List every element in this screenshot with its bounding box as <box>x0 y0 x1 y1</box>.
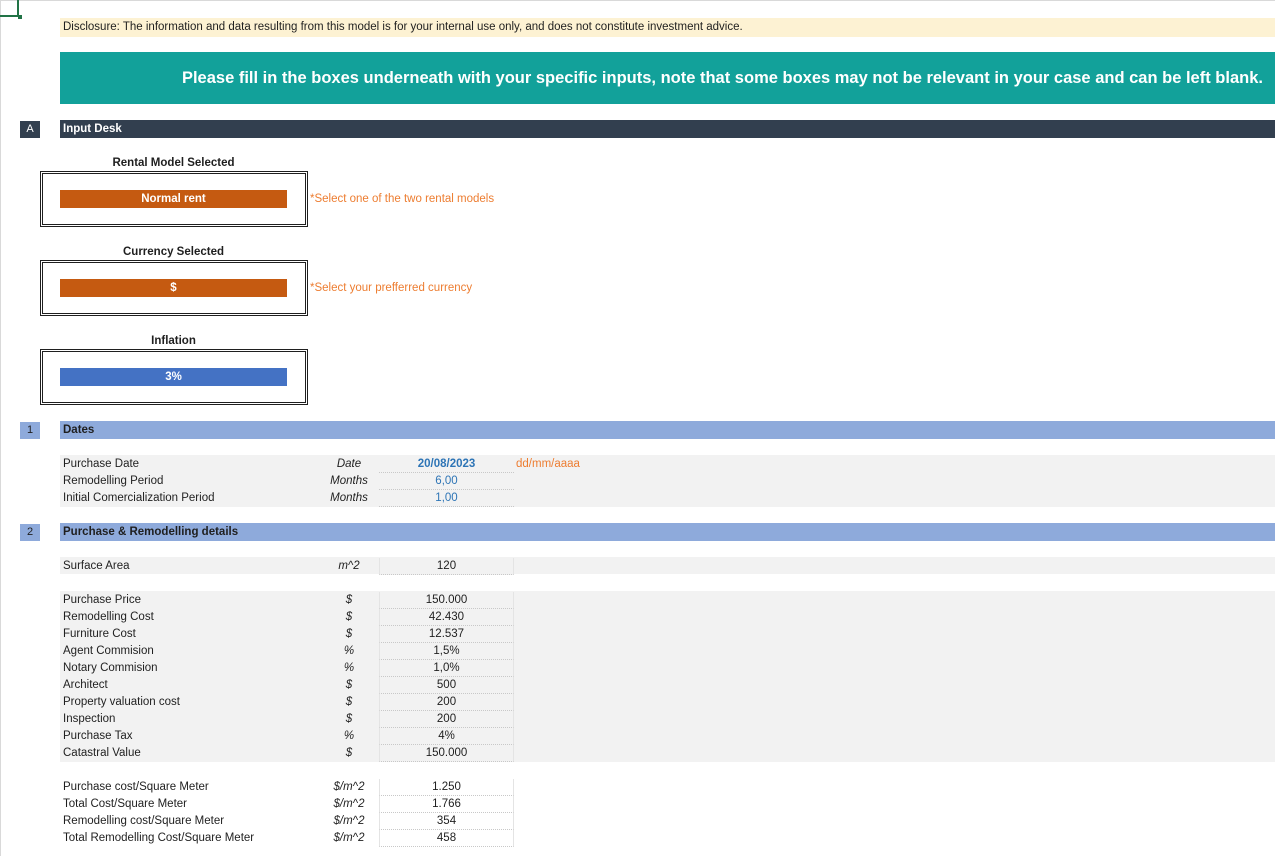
section-1-marker: 1 <box>20 422 40 439</box>
agent-commision-value[interactable]: 1,5% <box>379 643 514 660</box>
surface-area-label: Surface Area <box>63 560 130 572</box>
purchase-date-label: Purchase Date <box>63 458 140 470</box>
fill-handle[interactable] <box>18 15 22 19</box>
rental-model-label: Rental Model Selected <box>112 157 235 169</box>
furniture-cost-unit: $ <box>345 628 353 640</box>
purchase-date-input[interactable]: 20/08/2023 <box>379 456 514 473</box>
remodelling-cost-label: Remodelling Cost <box>63 611 154 623</box>
remodelling-cost-square-meter-unit: $/m^2 <box>333 815 365 827</box>
total-remodelling-cost-square-meter-label: Total Remodelling Cost/Square Meter <box>63 832 255 844</box>
currency-dropdown[interactable]: $ <box>60 279 287 297</box>
purchase-price-value[interactable]: 150.000 <box>379 592 514 609</box>
purchase-price-label: Purchase Price <box>63 594 141 606</box>
purchase-tax-label: Purchase Tax <box>63 730 133 742</box>
architect-value[interactable]: 500 <box>379 677 514 694</box>
purchase-cost-square-meter-unit: $/m^2 <box>333 781 365 793</box>
purchase-price-unit: $ <box>345 594 353 606</box>
inspection-unit: $ <box>345 713 353 725</box>
remodelling-period-input[interactable]: 6,00 <box>379 473 514 490</box>
currency-label: Currency Selected <box>123 246 224 258</box>
remodelling-cost-value[interactable]: 42.430 <box>379 609 514 626</box>
purchase-cost-square-meter-label: Purchase cost/Square Meter <box>63 781 209 793</box>
costs-band <box>60 591 1275 762</box>
commercialization-period-label: Initial Comercialization Period <box>63 492 215 504</box>
notary-commision-label: Notary Commision <box>63 662 158 674</box>
total-cost-square-meter-label: Total Cost/Square Meter <box>63 798 188 810</box>
surface-area-unit: m^2 <box>338 560 360 572</box>
property-valuation-cost-value[interactable]: 200 <box>379 694 514 711</box>
agent-commision-unit: % <box>343 645 355 657</box>
remodelling-cost-unit: $ <box>345 611 353 623</box>
inflation-label: Inflation <box>151 335 196 347</box>
property-valuation-cost-label: Property valuation cost <box>63 696 180 708</box>
furniture-cost-label: Furniture Cost <box>63 628 136 640</box>
commercialization-period-unit: Months <box>330 492 368 504</box>
currency-note: *Select your prefferred currency <box>310 282 473 294</box>
remodelling-cost-square-meter-value[interactable]: 354 <box>379 813 514 830</box>
instructions-banner: Please fill in the boxes underneath with… <box>60 52 1275 104</box>
architect-unit: $ <box>345 679 353 691</box>
disclosure-text: Disclosure: The information and data res… <box>60 18 1275 37</box>
dates-band <box>60 455 1275 507</box>
inspection-value[interactable]: 200 <box>379 711 514 728</box>
commercialization-period-input[interactable]: 1,00 <box>379 490 514 507</box>
catastral-value-label: Catastral Value <box>63 747 141 759</box>
remodelling-period-unit: Months <box>330 475 368 487</box>
total-cost-square-meter-unit: $/m^2 <box>333 798 365 810</box>
agent-commision-label: Agent Commision <box>63 645 154 657</box>
furniture-cost-value[interactable]: 12.537 <box>379 626 514 643</box>
catastral-value-value[interactable]: 150.000 <box>379 745 514 762</box>
section-2-header: Purchase & Remodelling details <box>60 523 1275 541</box>
total-remodelling-cost-square-meter-unit: $/m^2 <box>333 832 365 844</box>
surface-band <box>60 557 1275 574</box>
sheet-left-border <box>0 0 1 856</box>
notary-commision-unit: % <box>343 662 355 674</box>
active-cell-indicator[interactable] <box>0 0 19 17</box>
sheet-top-border <box>0 0 1275 1</box>
inflation-input[interactable]: 3% <box>60 368 287 386</box>
section-2-marker: 2 <box>20 524 40 541</box>
total-cost-square-meter-value[interactable]: 1.766 <box>379 796 514 813</box>
surface-area-input[interactable]: 120 <box>379 558 514 575</box>
purchase-date-unit: Date <box>336 458 362 470</box>
architect-label: Architect <box>63 679 108 691</box>
purchase-cost-square-meter-value[interactable]: 1.250 <box>379 779 514 796</box>
purchase-tax-unit: % <box>343 730 355 742</box>
total-remodelling-cost-square-meter-value[interactable]: 458 <box>379 830 514 847</box>
remodelling-cost-square-meter-label: Remodelling cost/Square Meter <box>63 815 225 827</box>
section-a-header: Input Desk <box>60 120 1275 138</box>
notary-commision-value[interactable]: 1,0% <box>379 660 514 677</box>
catastral-value-unit: $ <box>345 747 353 759</box>
purchase-tax-value[interactable]: 4% <box>379 728 514 745</box>
property-valuation-cost-unit: $ <box>345 696 353 708</box>
rental-model-note: *Select one of the two rental models <box>310 193 495 205</box>
rental-model-dropdown[interactable]: Normal rent <box>60 190 287 208</box>
section-1-header: Dates <box>60 421 1275 439</box>
purchase-date-hint: dd/mm/aaaa <box>516 458 580 470</box>
inspection-label: Inspection <box>63 713 116 725</box>
section-a-marker: A <box>20 121 40 138</box>
remodelling-period-label: Remodelling Period <box>63 475 164 487</box>
